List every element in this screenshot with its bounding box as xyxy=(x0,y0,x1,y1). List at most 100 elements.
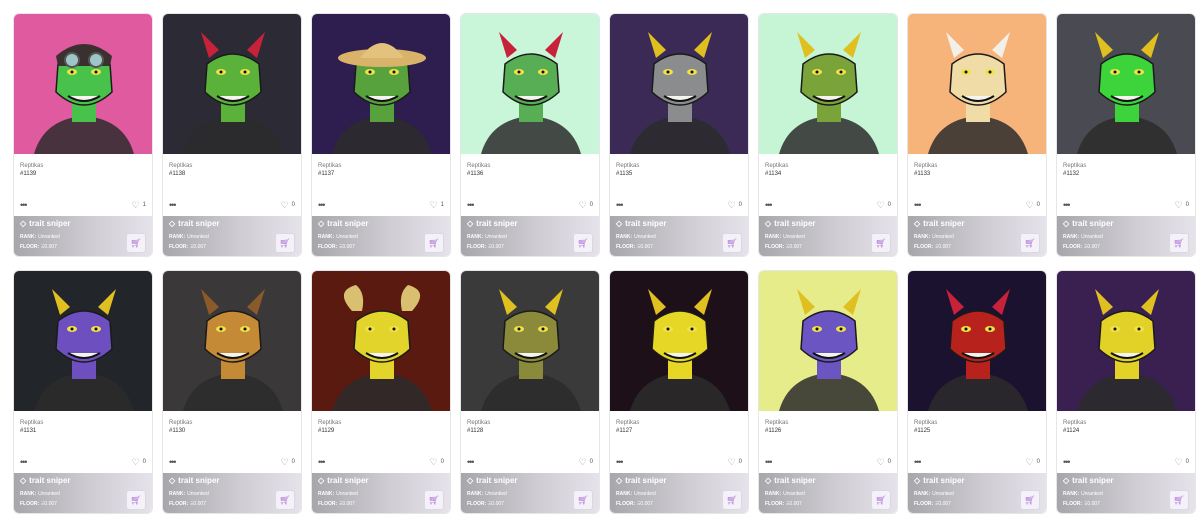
add-to-cart-button[interactable]: 🛒︎ xyxy=(275,233,295,253)
add-to-cart-button[interactable]: 🛒︎ xyxy=(1020,233,1040,253)
more-options-button[interactable]: ••• xyxy=(318,200,326,210)
more-options-button[interactable]: ••• xyxy=(914,200,922,210)
add-to-cart-button[interactable]: 🛒︎ xyxy=(424,233,444,253)
more-options-button[interactable]: ••• xyxy=(169,457,177,467)
nft-artwork[interactable] xyxy=(908,14,1046,154)
like-button[interactable]: ♡ 0 xyxy=(877,458,891,467)
more-options-button[interactable]: ••• xyxy=(467,457,475,467)
like-button[interactable]: ♡ 1 xyxy=(132,201,146,210)
nft-artwork[interactable] xyxy=(461,14,599,154)
like-button[interactable]: ♡ 0 xyxy=(728,201,742,210)
trait-sniper-header[interactable]: ◇ trait sniper xyxy=(169,476,220,485)
add-to-cart-button[interactable]: 🛒︎ xyxy=(573,490,593,510)
trait-sniper-header[interactable]: ◇ trait sniper xyxy=(20,476,71,485)
trait-sniper-header[interactable]: ◇ trait sniper xyxy=(914,219,965,228)
more-options-button[interactable]: ••• xyxy=(20,200,28,210)
trait-sniper-header[interactable]: ◇ trait sniper xyxy=(1063,219,1114,228)
nft-card[interactable]: Reptikas #1126 ••• ♡ 0 ◇ trait sniper RA… xyxy=(758,270,898,514)
add-to-cart-button[interactable]: 🛒︎ xyxy=(871,233,891,253)
nft-artwork[interactable] xyxy=(312,14,450,154)
like-button[interactable]: ♡ 0 xyxy=(1026,201,1040,210)
nft-card[interactable]: Reptikas #1137 ••• ♡ 1 ◇ trait sniper RA… xyxy=(311,13,451,257)
trait-sniper-header[interactable]: ◇ trait sniper xyxy=(1063,476,1114,485)
like-button[interactable]: ♡ 1 xyxy=(430,201,444,210)
nft-artwork[interactable] xyxy=(610,14,748,154)
trait-sniper-header[interactable]: ◇ trait sniper xyxy=(616,219,667,228)
nft-card[interactable]: Reptikas #1132 ••• ♡ 0 ◇ trait sniper RA… xyxy=(1056,13,1196,257)
nft-artwork[interactable] xyxy=(908,271,1046,411)
trait-sniper-header[interactable]: ◇ trait sniper xyxy=(318,476,369,485)
rank-line: RANK: Unranked xyxy=(169,491,209,497)
nft-card[interactable]: Reptikas #1138 ••• ♡ 0 ◇ trait sniper RA… xyxy=(162,13,302,257)
nft-card[interactable]: Reptikas #1135 ••• ♡ 0 ◇ trait sniper RA… xyxy=(609,13,749,257)
like-button[interactable]: ♡ 0 xyxy=(281,201,295,210)
nft-artwork[interactable] xyxy=(759,14,897,154)
trait-sniper-header[interactable]: ◇ trait sniper xyxy=(765,476,816,485)
nft-artwork[interactable] xyxy=(759,271,897,411)
like-button[interactable]: ♡ 0 xyxy=(728,458,742,467)
nft-artwork[interactable] xyxy=(610,271,748,411)
more-options-button[interactable]: ••• xyxy=(20,457,28,467)
nft-artwork[interactable] xyxy=(163,14,301,154)
nft-artwork[interactable] xyxy=(461,271,599,411)
trait-sniper-header[interactable]: ◇ trait sniper xyxy=(765,219,816,228)
like-button[interactable]: ♡ 0 xyxy=(877,201,891,210)
like-button[interactable]: ♡ 0 xyxy=(1175,201,1189,210)
nft-card[interactable]: Reptikas #1130 ••• ♡ 0 ◇ trait sniper RA… xyxy=(162,270,302,514)
more-options-button[interactable]: ••• xyxy=(1063,200,1071,210)
more-options-button[interactable]: ••• xyxy=(765,457,773,467)
more-options-button[interactable]: ••• xyxy=(467,200,475,210)
like-button[interactable]: ♡ 0 xyxy=(281,458,295,467)
floor-value: Ξ0.007 xyxy=(786,501,802,507)
like-button[interactable]: ♡ 0 xyxy=(132,458,146,467)
nft-card[interactable]: Reptikas #1131 ••• ♡ 0 ◇ trait sniper RA… xyxy=(13,270,153,514)
nft-card[interactable]: Reptikas #1125 ••• ♡ 0 ◇ trait sniper RA… xyxy=(907,270,1047,514)
more-options-button[interactable]: ••• xyxy=(765,200,773,210)
nft-artwork[interactable] xyxy=(1057,14,1195,154)
collection-name: Reptikas xyxy=(914,163,938,169)
more-options-button[interactable]: ••• xyxy=(169,200,177,210)
like-button[interactable]: ♡ 0 xyxy=(430,458,444,467)
nft-artwork[interactable] xyxy=(14,14,152,154)
add-to-cart-button[interactable]: 🛒︎ xyxy=(275,490,295,510)
trait-sniper-header[interactable]: ◇ trait sniper xyxy=(169,219,220,228)
trait-sniper-header[interactable]: ◇ trait sniper xyxy=(616,476,667,485)
more-options-button[interactable]: ••• xyxy=(318,457,326,467)
add-to-cart-button[interactable]: 🛒︎ xyxy=(722,233,742,253)
like-button[interactable]: ♡ 0 xyxy=(579,201,593,210)
more-options-button[interactable]: ••• xyxy=(1063,457,1071,467)
nft-card[interactable]: Reptikas #1128 ••• ♡ 0 ◇ trait sniper RA… xyxy=(460,270,600,514)
nft-card[interactable]: Reptikas #1127 ••• ♡ 0 ◇ trait sniper RA… xyxy=(609,270,749,514)
nft-card[interactable]: Reptikas #1139 ••• ♡ 1 ◇ trait sniper RA… xyxy=(13,13,153,257)
rank-value: Unranked xyxy=(634,491,656,497)
nft-card[interactable]: Reptikas #1134 ••• ♡ 0 ◇ trait sniper RA… xyxy=(758,13,898,257)
add-to-cart-button[interactable]: 🛒︎ xyxy=(424,490,444,510)
nft-artwork[interactable] xyxy=(312,271,450,411)
nft-card[interactable]: Reptikas #1129 ••• ♡ 0 ◇ trait sniper RA… xyxy=(311,270,451,514)
nft-card[interactable]: Reptikas #1136 ••• ♡ 0 ◇ trait sniper RA… xyxy=(460,13,600,257)
add-to-cart-button[interactable]: 🛒︎ xyxy=(1169,233,1189,253)
nft-card[interactable]: Reptikas #1133 ••• ♡ 0 ◇ trait sniper RA… xyxy=(907,13,1047,257)
add-to-cart-button[interactable]: 🛒︎ xyxy=(573,233,593,253)
more-options-button[interactable]: ••• xyxy=(616,457,624,467)
trait-sniper-header[interactable]: ◇ trait sniper xyxy=(20,219,71,228)
add-to-cart-button[interactable]: 🛒︎ xyxy=(722,490,742,510)
add-to-cart-button[interactable]: 🛒︎ xyxy=(871,490,891,510)
trait-sniper-header[interactable]: ◇ trait sniper xyxy=(318,219,369,228)
like-button[interactable]: ♡ 0 xyxy=(1026,458,1040,467)
nft-artwork[interactable] xyxy=(14,271,152,411)
trait-sniper-header[interactable]: ◇ trait sniper xyxy=(467,476,518,485)
trait-sniper-header[interactable]: ◇ trait sniper xyxy=(467,219,518,228)
nft-artwork[interactable] xyxy=(163,271,301,411)
trait-sniper-header[interactable]: ◇ trait sniper xyxy=(914,476,965,485)
add-to-cart-button[interactable]: 🛒︎ xyxy=(126,233,146,253)
add-to-cart-button[interactable]: 🛒︎ xyxy=(1020,490,1040,510)
like-button[interactable]: ♡ 0 xyxy=(579,458,593,467)
nft-card[interactable]: Reptikas #1124 ••• ♡ 0 ◇ trait sniper RA… xyxy=(1056,270,1196,514)
add-to-cart-button[interactable]: 🛒︎ xyxy=(126,490,146,510)
more-options-button[interactable]: ••• xyxy=(914,457,922,467)
more-options-button[interactable]: ••• xyxy=(616,200,624,210)
like-button[interactable]: ♡ 0 xyxy=(1175,458,1189,467)
nft-artwork[interactable] xyxy=(1057,271,1195,411)
add-to-cart-button[interactable]: 🛒︎ xyxy=(1169,490,1189,510)
